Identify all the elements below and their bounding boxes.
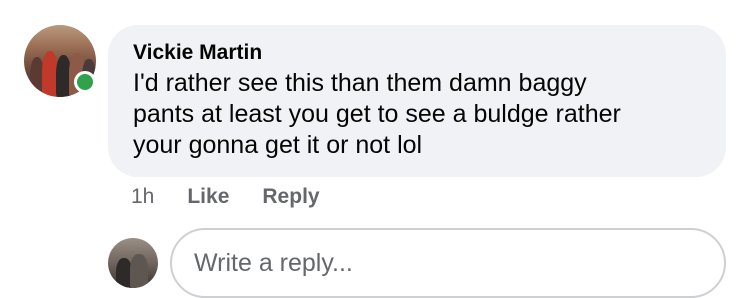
comment-text: I'd rather see this than them damn baggy… [133,69,621,159]
comment-actions: 1h Like Reply [131,183,320,211]
reply-box[interactable] [170,228,726,298]
current-user-avatar[interactable] [108,238,158,288]
comment-timestamp[interactable]: 1h [131,185,154,209]
comment-author[interactable]: Vickie Martin [133,40,700,66]
comment-bubble: Vickie Martin I'd rather see this than t… [108,25,726,177]
reply-button[interactable]: Reply [262,185,319,209]
like-button[interactable]: Like [187,185,229,209]
online-status-indicator [74,71,96,93]
